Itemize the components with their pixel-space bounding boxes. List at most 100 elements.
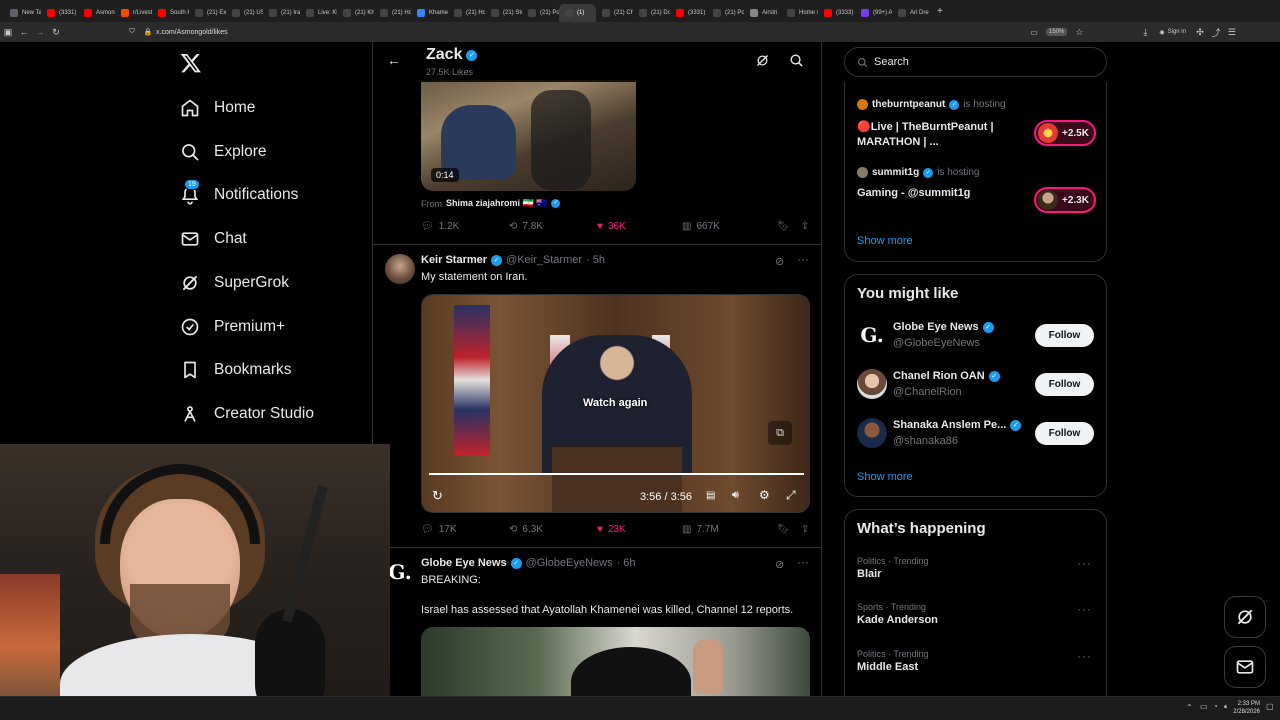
browser-tab[interactable]: (21) Exp [189,4,226,22]
browser-tab[interactable]: (21) Pos [522,4,559,22]
volume-icon[interactable]: 🔊︎ [732,489,739,502]
author-name[interactable]: Globe Eye News [421,557,507,569]
browser-tab[interactable]: (21) US [226,4,263,22]
share-button[interactable]: ⇪ [801,524,809,535]
reload-icon[interactable]: ↻ [48,25,64,39]
notification-center-icon[interactable]: ▢ [1266,702,1274,711]
browser-tab[interactable]: (3331) Li [670,4,707,22]
follow-button[interactable]: Follow [1035,422,1094,445]
bookmark-button[interactable]: 🔖︎ [777,221,801,232]
more-icon[interactable]: ··· [1077,649,1092,663]
host-name[interactable]: summit1g [872,167,919,178]
browser-tab[interactable]: (21) Dor [633,4,670,22]
browser-tab[interactable]: (21) Kh [337,4,374,22]
account-handle[interactable]: @shanaka86 [893,435,958,447]
browser-tab[interactable]: r/Livestr [115,4,152,22]
nav-bookmarks[interactable]: Bookmarks [180,355,292,385]
live-listeners-pill[interactable]: +2.5K [1034,120,1096,146]
speaker-icon[interactable]: 🔈︎ [1224,702,1229,712]
trend-item[interactable]: Sports · Trending Kade Anderson [857,602,938,626]
search-input[interactable]: Search [844,47,1107,77]
live-title[interactable]: Gaming - @summit1g [857,187,1027,199]
post-video-thumbnail[interactable]: 0:14 [421,80,636,191]
browser-tab[interactable]: (21) Chu [596,4,633,22]
search-icon[interactable] [789,53,804,73]
browser-tab[interactable]: (21) Iran [263,4,300,22]
post-image[interactable] [421,627,810,696]
fullscreen-icon[interactable]: ⤢ [786,488,796,503]
repost-button[interactable]: ⟲ 7.8K [509,221,597,232]
more-icon[interactable]: ··· [1077,556,1092,570]
download-icon[interactable]: ⤓ [1137,25,1153,39]
browser-tab[interactable]: Live: Kh [300,4,337,22]
address-bar[interactable]: x.com/Asmongold/likes [156,29,1026,36]
account-handle[interactable]: @GlobeEyeNews [893,337,980,349]
browser-tab[interactable]: (3331) Y [41,4,78,22]
browser-tab[interactable]: Airstri [744,4,781,22]
avatar[interactable] [857,418,887,448]
video-player[interactable]: Watch again ⧉ ↻ 3:56 / 3:56 ▤ 🔊︎ ⚙ ⤢ [421,294,810,513]
more-icon[interactable]: ··· [797,555,809,569]
grok-icon[interactable] [755,53,770,73]
views-button[interactable]: ▥ 667K [682,221,777,232]
settings-icon[interactable]: ⚙ [759,488,770,502]
trend-item[interactable]: Politics · Trending Middle East [857,649,929,673]
zoom-badge[interactable]: 150% [1046,28,1068,36]
nav-premium[interactable]: Premium+ [180,312,285,342]
watch-again-label[interactable]: Watch again [583,397,647,409]
network-icon[interactable]: ▭ [1200,702,1208,711]
browser-tab[interactable]: Home / [781,4,818,22]
browser-tab[interactable]: (21) Ste [485,4,522,22]
post-time[interactable]: · 6h [617,557,636,569]
nav-creator-studio[interactable]: Creator Studio [180,399,314,429]
trend-item[interactable]: Politics · Trending Blair [857,556,929,580]
sidebar-toggle-icon[interactable]: ▣ [0,25,16,39]
bookmark-button[interactable]: 🔖︎ [777,524,801,535]
author-name[interactable]: Keir Starmer [421,254,487,266]
post-time[interactable]: · 5h [586,254,605,266]
avatar[interactable] [385,254,415,284]
browser-tab[interactable]: New Tab [4,4,41,22]
captions-icon[interactable]: ▤ [706,490,715,501]
back-icon[interactable]: ← [16,25,32,39]
repost-button[interactable]: ⟲ 6.3K [509,524,597,535]
nav-home[interactable]: Home [180,93,255,123]
grok-floating-button[interactable] [1224,596,1266,638]
screen-icon[interactable]: ▭ [1026,25,1042,39]
author-handle[interactable]: @Keir_Starmer [506,254,582,266]
follow-button[interactable]: Follow [1035,324,1094,347]
messages-floating-button[interactable] [1224,646,1266,688]
live-title[interactable]: 🔴Live | TheBurntPeanut | MARATHON | ... [857,120,1027,150]
account-name[interactable]: Chanel Rion OAN [893,370,985,382]
signin-button[interactable]: ◉ Sign in [1159,29,1186,36]
avatar[interactable] [857,99,868,110]
menu-icon[interactable]: ☰ [1224,25,1240,39]
follow-button[interactable]: Follow [1035,373,1094,396]
avatar[interactable]: G. [857,320,887,350]
avatar[interactable] [857,369,887,399]
nav-explore[interactable]: Explore [180,137,267,167]
browser-tab[interactable]: Ari Dre [892,4,929,22]
share-icon[interactable]: ⤴ [1208,25,1224,39]
forward-icon[interactable]: → [32,25,48,39]
avatar[interactable] [857,167,868,178]
browser-tab[interactable]: (21) Pos [707,4,744,22]
browser-tab[interactable]: South K [152,4,189,22]
pip-icon[interactable]: ⧉ [768,421,792,445]
extensions-icon[interactable]: ✣ [1192,25,1208,39]
nav-notifications[interactable]: 19 Notifications [180,179,298,210]
account-handle[interactable]: @ChanelRion [893,386,962,398]
tray-chevron-icon[interactable]: ⌃ [1186,703,1193,712]
host-name[interactable]: theburntpeanut [872,99,945,110]
new-tab-icon[interactable]: + [937,6,943,17]
video-progress-bar[interactable] [429,473,804,475]
nav-supergrok[interactable]: SuperGrok [180,268,289,298]
more-icon[interactable]: ··· [1077,602,1092,616]
browser-tab[interactable]: (99+) Al [855,4,892,22]
replay-icon[interactable]: ↻ [432,488,443,504]
show-more-link[interactable]: Show more [857,471,913,483]
clock[interactable]: 2:33 PM 2/28/2026 [1232,700,1260,716]
browser-tab[interactable]: (3333) Y [818,4,855,22]
reply-button[interactable]: 💬︎ 1.2K [421,221,509,232]
browser-tab[interactable]: Khamen [411,4,448,22]
